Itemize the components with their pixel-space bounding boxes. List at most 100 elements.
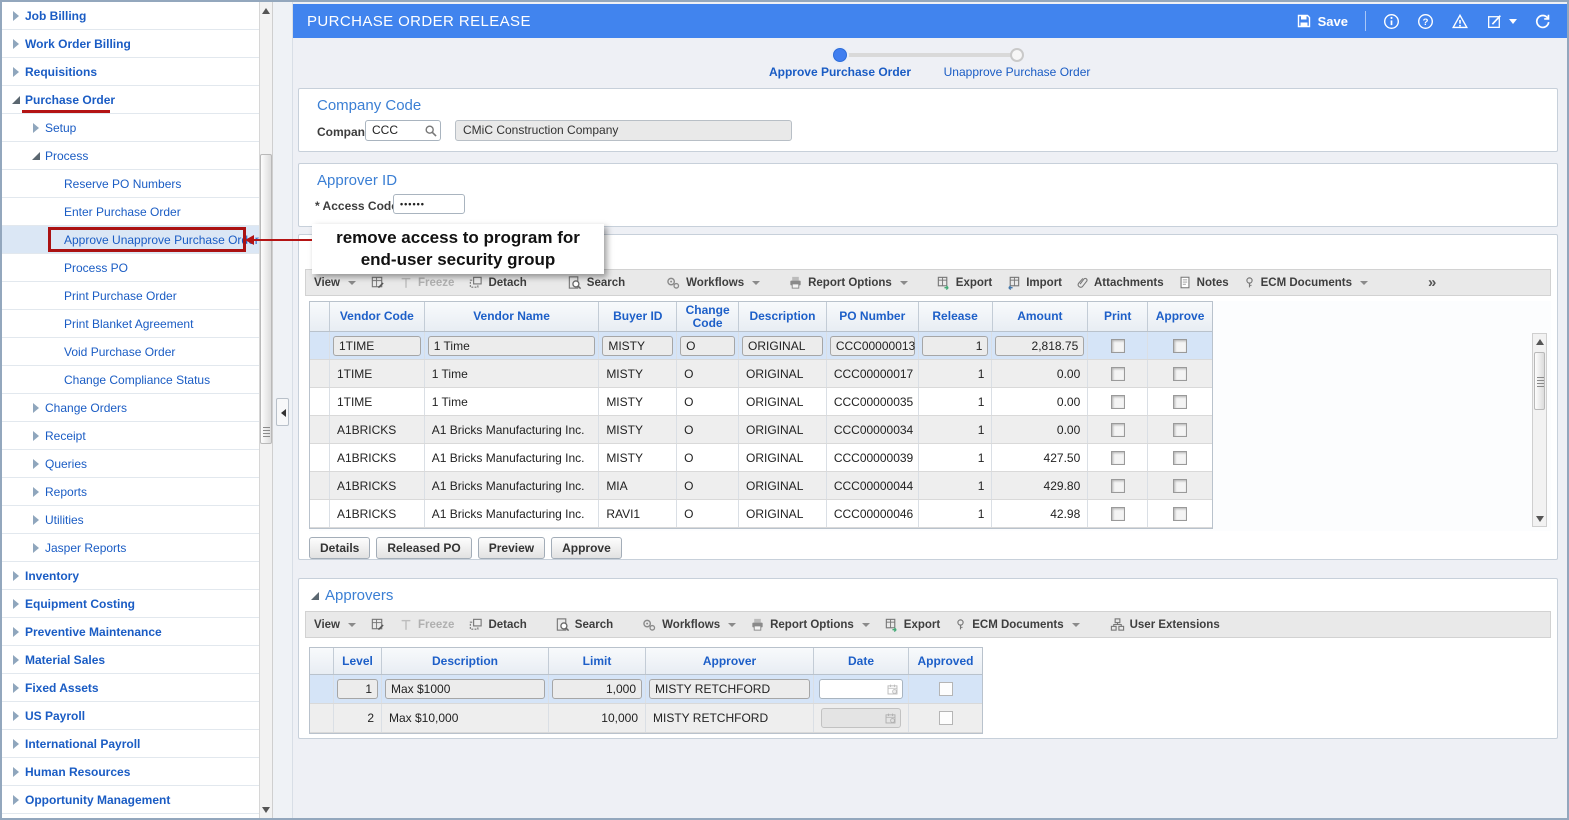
sidebar-item[interactable]: Human Resources	[2, 758, 259, 786]
sidebar-item[interactable]: Void Purchase Order	[2, 338, 259, 366]
col-approve[interactable]: Approve	[1148, 302, 1212, 331]
sidebar-item[interactable]: Requisitions	[2, 58, 259, 86]
col-approver[interactable]: Approver	[646, 648, 814, 674]
print-checkbox[interactable]	[1110, 394, 1125, 409]
date-input[interactable]	[819, 679, 903, 699]
approve-checkbox[interactable]	[1173, 506, 1188, 521]
print-checkbox[interactable]	[1110, 478, 1125, 493]
col-release[interactable]: Release	[919, 302, 993, 331]
expand-arrow-icon[interactable]	[10, 654, 25, 665]
sidebar-item[interactable]: Change Compliance Status	[2, 366, 259, 394]
row-header-cell[interactable]	[310, 704, 334, 732]
wizard-step-2-label[interactable]: Unapprove Purchase Order	[917, 65, 1117, 79]
approvers-section-header[interactable]: Approvers	[311, 587, 393, 604]
row-header-cell[interactable]	[310, 332, 330, 359]
table-row[interactable]: 1TIME 1 Time MISTY O ORIGINAL CCC0000001…	[310, 332, 1212, 360]
sidebar-scrollbar[interactable]	[259, 2, 273, 818]
user-extensions-button[interactable]: User Extensions	[1110, 617, 1220, 632]
expand-arrow-icon[interactable]	[10, 626, 25, 637]
action-button[interactable]: Preview	[477, 537, 546, 559]
wizard-step-2-dot[interactable]	[1010, 48, 1024, 62]
search-button[interactable]: Search	[555, 617, 613, 632]
view-menu[interactable]: View	[314, 619, 356, 631]
export-button[interactable]: Export	[936, 275, 992, 290]
expand-arrow-icon[interactable]	[10, 10, 25, 21]
col-limit[interactable]: Limit	[549, 648, 646, 674]
info-icon[interactable]	[1383, 13, 1400, 30]
company-input[interactable]: CCC	[365, 120, 441, 141]
col-vendor-code[interactable]: Vendor Code	[330, 302, 425, 331]
date-input[interactable]	[821, 708, 901, 728]
approved-checkbox[interactable]	[938, 682, 953, 696]
sidebar-item[interactable]: Job Billing	[2, 2, 259, 30]
sidebar-item[interactable]: Queries	[2, 450, 259, 478]
export-button[interactable]: Export	[884, 617, 940, 632]
sidebar-item[interactable]: Process PO	[2, 254, 259, 282]
expand-arrow-icon[interactable]	[10, 794, 25, 805]
save-button[interactable]: Save	[1296, 13, 1348, 29]
notes-button[interactable]: Notes	[1178, 275, 1229, 290]
expand-arrow-icon[interactable]	[10, 598, 25, 609]
scroll-up-icon[interactable]	[1534, 335, 1546, 349]
table-row[interactable]: A1BRICKS A1 Bricks Manufacturing Inc. MI…	[310, 416, 1212, 444]
ecm-documents-menu[interactable]: ECM Documents	[954, 617, 1080, 632]
collapse-sidebar-button[interactable]	[276, 398, 289, 426]
sidebar-item[interactable]: Fixed Assets	[2, 674, 259, 702]
approve-checkbox[interactable]	[1173, 450, 1188, 465]
row-header-cell[interactable]	[310, 444, 330, 471]
print-checkbox[interactable]	[1110, 506, 1125, 521]
row-header-cell[interactable]	[310, 675, 334, 703]
query-by-example-button[interactable]	[370, 617, 385, 632]
expand-arrow-icon[interactable]	[30, 514, 45, 525]
detach-button[interactable]: Detach	[468, 617, 527, 632]
sidebar-item[interactable]: Opportunity Management	[2, 786, 259, 814]
expand-arrow-icon[interactable]	[10, 38, 25, 49]
sidebar-item[interactable]: Reports	[2, 478, 259, 506]
workflows-menu[interactable]: Workflows	[665, 275, 761, 290]
search-button[interactable]: Search	[567, 275, 625, 290]
row-header-cell[interactable]	[310, 472, 330, 499]
sidebar-item[interactable]: Material Sales	[2, 646, 259, 674]
approved-checkbox[interactable]	[938, 711, 953, 725]
report-options-menu[interactable]: Report Options	[750, 617, 870, 632]
print-checkbox[interactable]	[1110, 450, 1125, 465]
table-row[interactable]: 2 Max $10,000 10,000 MISTY RETCHFORD	[310, 704, 982, 733]
action-button[interactable]: Released PO	[376, 537, 472, 559]
sidebar-item[interactable]: Process	[2, 142, 259, 170]
row-header-cell[interactable]	[310, 500, 330, 527]
row-header-cell[interactable]	[310, 388, 330, 415]
scroll-up-icon[interactable]	[260, 4, 272, 18]
sidebar-item[interactable]: Utilities	[2, 506, 259, 534]
expand-arrow-icon[interactable]	[30, 430, 45, 441]
search-lov-icon[interactable]	[424, 124, 438, 138]
sidebar-item[interactable]: Purchase Order	[2, 86, 259, 114]
col-vendor-name[interactable]: Vendor Name	[425, 302, 600, 331]
wizard-step-1-label[interactable]: Approve Purchase Order	[740, 65, 940, 79]
scroll-down-icon[interactable]	[260, 802, 272, 816]
sidebar-item[interactable]: Inventory	[2, 562, 259, 590]
table-row[interactable]: 1TIME 1 Time MISTY O ORIGINAL CCC0000001…	[310, 360, 1212, 388]
sidebar-item[interactable]: Setup	[2, 114, 259, 142]
approve-checkbox[interactable]	[1173, 338, 1188, 353]
expand-arrow-icon[interactable]	[10, 738, 25, 749]
col-date[interactable]: Date	[814, 648, 909, 674]
table-row[interactable]: A1BRICKS A1 Bricks Manufacturing Inc. MI…	[310, 444, 1212, 472]
access-code-input[interactable]: ••••••	[393, 194, 465, 214]
col-description[interactable]: Description	[739, 302, 827, 331]
expand-arrow-icon[interactable]	[30, 151, 45, 161]
report-options-menu[interactable]: Report Options	[788, 275, 908, 290]
expand-arrow-icon[interactable]	[10, 66, 25, 77]
workflows-menu[interactable]: Workflows	[641, 617, 737, 632]
table-row[interactable]: 1TIME 1 Time MISTY O ORIGINAL CCC0000003…	[310, 388, 1212, 416]
sidebar-item[interactable]: Jasper Reports	[2, 534, 259, 562]
col-buyer-id[interactable]: Buyer ID	[599, 302, 678, 331]
sidebar-item[interactable]: Print Purchase Order	[2, 282, 259, 310]
sidebar-scrollbar-thumb[interactable]	[260, 154, 272, 444]
sidebar-item[interactable]: Approve Unapprove Purchase Order	[2, 226, 259, 254]
grid-scrollbar-thumb[interactable]	[1534, 352, 1545, 410]
expand-arrow-icon[interactable]	[10, 682, 25, 693]
help-icon[interactable]: ?	[1417, 13, 1434, 30]
col-description[interactable]: Description	[382, 648, 549, 674]
sidebar-item[interactable]: Reserve PO Numbers	[2, 170, 259, 198]
expand-arrow-icon[interactable]	[30, 486, 45, 497]
